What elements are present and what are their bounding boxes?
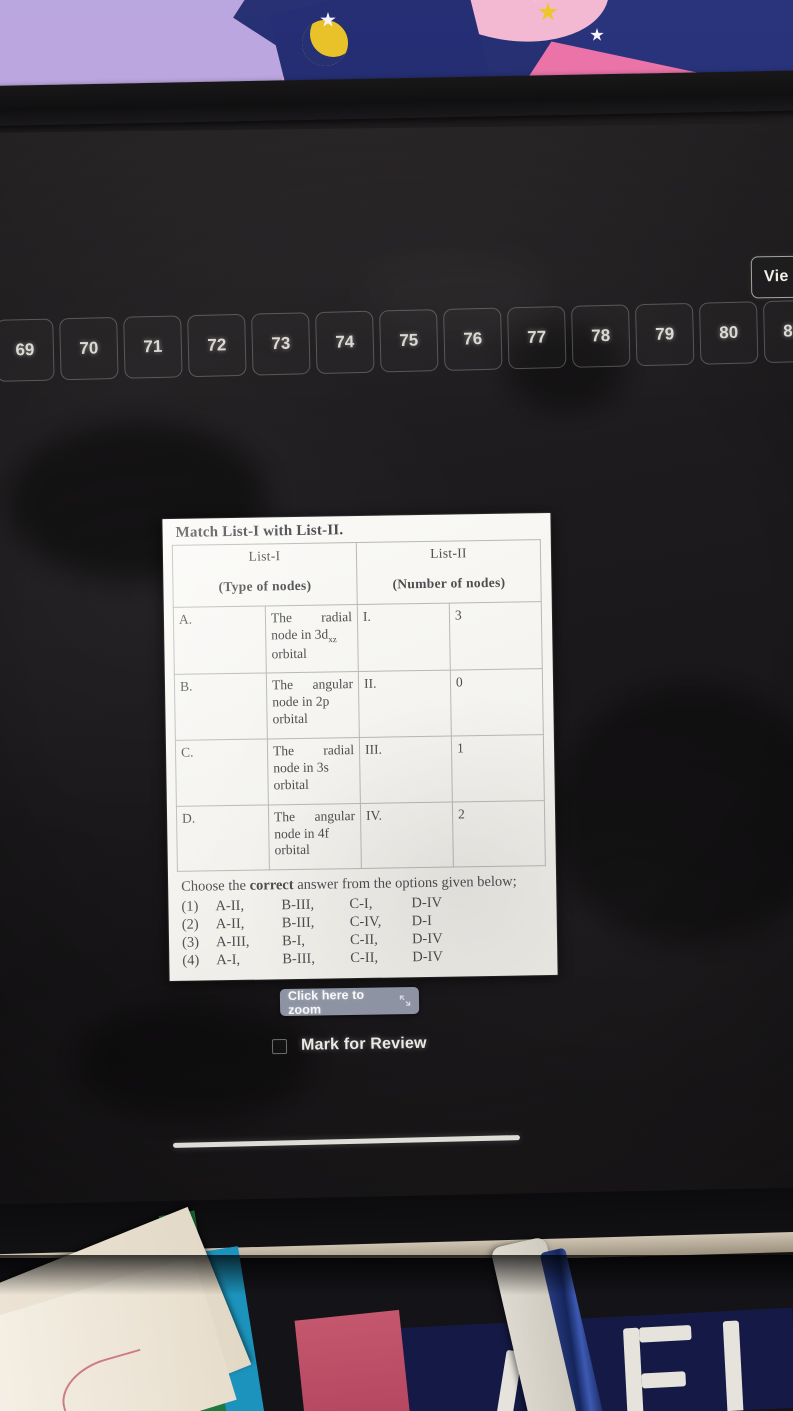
question-number-label: 73 (271, 333, 291, 354)
row-description: The angular node in 2p orbital (266, 671, 360, 740)
row-node-count: 3 (449, 601, 543, 671)
question-number-button-76[interactable]: 76 (443, 307, 503, 371)
expand-icon (399, 995, 411, 1006)
header-list-1-title: List-I (248, 548, 281, 564)
question-card: Match List-I with List-II. List-I (Type … (162, 512, 558, 982)
choose-bold: correct (249, 877, 294, 895)
question-number-label: 76 (463, 329, 483, 349)
row-description: The radial node in 3dxz orbital (265, 604, 359, 674)
header-list-1-subtitle: (Type of nodes) (218, 577, 312, 595)
row-node-count: 1 (451, 734, 545, 802)
mark-for-review-checkbox[interactable] (271, 1038, 288, 1054)
option-part: B-III, (281, 915, 315, 932)
question-number-button-77[interactable]: 77 (507, 305, 567, 370)
option-part: C-II, (350, 950, 379, 967)
row-roman-numeral: I. (357, 602, 451, 672)
option-part: A-III, (215, 934, 250, 951)
question-prompt: Match List-I with List-II. (175, 522, 344, 541)
option-part: D-IV (411, 895, 443, 912)
question-number-label: 74 (335, 332, 355, 352)
row-description: The angular node in 4f orbital (268, 803, 362, 871)
option-part: A-I, (216, 952, 241, 969)
table-row: D. The angular node in 4f orbital IV. 2 (176, 800, 546, 872)
option-part: (4) (182, 952, 200, 970)
mark-for-review-row[interactable]: Mark for Review (271, 1034, 427, 1055)
click-here-to-zoom-button[interactable]: Click here to zoom (279, 986, 420, 1017)
question-number-button-69[interactable]: 69 (0, 318, 55, 382)
option-part: C-IV, (349, 914, 382, 931)
question-number-label: 81 (782, 321, 793, 341)
row-label: C. (175, 739, 269, 807)
header-list-2-title: List-II (430, 545, 467, 561)
question-number-button-78[interactable]: 78 (570, 304, 631, 368)
row-roman-numeral: III. (359, 736, 453, 804)
option-part: C-II, (349, 932, 378, 949)
match-list-table: List-I (Type of nodes) List-II (Number o… (172, 539, 546, 872)
row-label: B. (174, 673, 268, 741)
row-roman-numeral: II. (358, 670, 452, 738)
row-node-count: 0 (450, 669, 544, 737)
row-label: A. (173, 605, 267, 675)
question-number-button-75[interactable]: 75 (379, 309, 439, 373)
question-number-label: 75 (399, 330, 419, 351)
desk-shadow (0, 1255, 793, 1295)
question-number-label: 79 (655, 324, 675, 344)
question-number-button-79[interactable]: 79 (634, 302, 695, 367)
option-part: B-I, (281, 933, 306, 950)
question-number-button-71[interactable]: 71 (123, 315, 183, 379)
option-part: A-II, (215, 916, 245, 933)
mark-for-review-label: Mark for Review (300, 1034, 427, 1054)
orbital-subscript: xz (328, 633, 337, 644)
header-list-2-subtitle: (Number of nodes) (392, 574, 506, 592)
question-number-button-74[interactable]: 74 (315, 310, 375, 375)
screen-smudge (73, 999, 316, 1122)
question-number-label: 77 (527, 327, 547, 347)
zoom-button-label: Click here to zoom (287, 987, 365, 1017)
choose-post: answer from the options given below; (293, 873, 517, 894)
cloth-pattern (722, 1320, 744, 1411)
question-number-button-70[interactable]: 70 (59, 316, 119, 381)
question-number-label: 78 (591, 325, 611, 346)
pink-cloth (294, 1309, 411, 1411)
option-part: B-III, (281, 897, 315, 914)
question-number-button-72[interactable]: 72 (187, 313, 247, 378)
option-part: (1) (181, 898, 199, 916)
choose-pre: Choose the (181, 878, 250, 896)
question-number-label: 80 (718, 322, 739, 343)
header-list-1: List-I (Type of nodes) (172, 542, 358, 608)
option-part: (3) (181, 934, 200, 952)
question-number-label: 69 (15, 339, 35, 360)
row-label: D. (176, 804, 270, 872)
view-button[interactable]: Vie (750, 255, 793, 299)
question-number-button-81[interactable]: 81 (762, 299, 793, 364)
screen-smudge (550, 682, 793, 947)
row-description: The radial node in 3s orbital (267, 737, 361, 805)
table-row: A. The radial node in 3dxz orbital I. 3 (173, 601, 543, 675)
question-number-label: 71 (143, 336, 163, 357)
table-row: C. The radial node in 3s orbital III. 1 (175, 734, 545, 807)
view-button-label: Vie (763, 267, 789, 286)
question-number-label: 72 (207, 335, 227, 355)
question-number-button-73[interactable]: 73 (251, 312, 311, 376)
table-row: B. The angular node in 2p orbital II. 0 (174, 669, 544, 741)
header-list-2: List-II (Number of nodes) (356, 539, 542, 605)
option-part: D-I (411, 913, 433, 930)
table-body: A. The radial node in 3dxz orbital I. 3 B. The… (173, 601, 546, 872)
row-node-count: 2 (452, 800, 546, 868)
cloth-pattern (641, 1371, 687, 1389)
photograph-of-device: Vie 69 70 71 72 73 74 75 76 77 78 79 80 81 Match Lis… (0, 0, 793, 1411)
question-number-button-80[interactable]: 80 (698, 301, 759, 365)
option-part: D-IV (412, 949, 444, 966)
row-roman-numeral: IV. (360, 801, 454, 869)
cloth-pattern (638, 1324, 692, 1343)
table-header-row: List-I (Type of nodes) List-II (Number o… (172, 539, 542, 608)
option-part: A-II, (215, 898, 245, 915)
option-part: C-I, (349, 896, 373, 913)
option-part: D-IV (411, 931, 443, 948)
option-part: (2) (181, 916, 199, 934)
option-part: B-III, (282, 951, 316, 968)
answer-options: (1) A-II, B-III, C-I, D-IV (2) A-II, B-III, C-IV… (177, 893, 547, 970)
question-number-label: 70 (79, 338, 99, 358)
